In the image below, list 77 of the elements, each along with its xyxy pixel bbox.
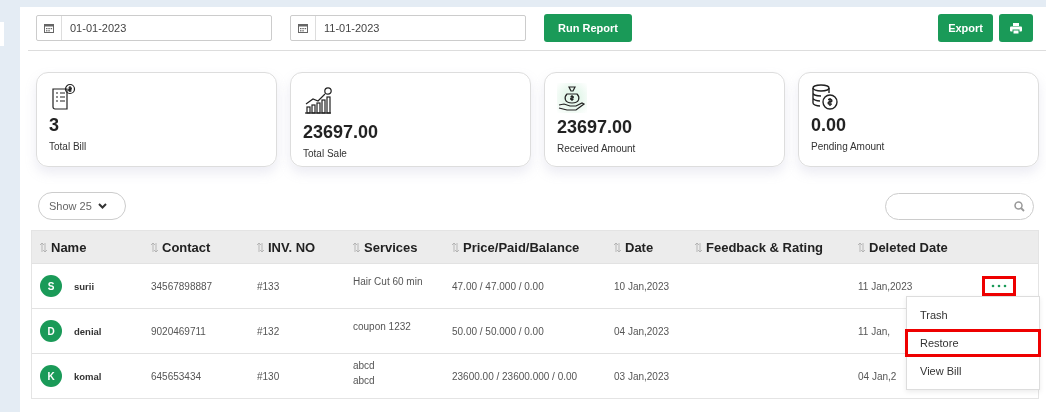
table-cell: 04 Jan,2023 <box>614 325 670 337</box>
table-cell: 9020469711 <box>151 325 206 337</box>
column-header[interactable]: Deleted Date <box>858 239 984 255</box>
stat-label: Pending Amount <box>811 141 886 152</box>
print-button[interactable] <box>999 14 1033 42</box>
menu-item[interactable]: View Bill <box>905 357 1041 385</box>
sort-icon <box>257 242 264 252</box>
menu-item[interactable]: Trash <box>905 301 1041 329</box>
table-cell: 11 Jan, <box>858 325 891 337</box>
column-title: Feedback & Rating <box>706 239 824 255</box>
table-cell: 11 Jan,2023 <box>858 280 913 292</box>
sort-icon <box>614 242 621 252</box>
receipt-icon <box>49 83 77 111</box>
column-header[interactable]: Name <box>40 239 151 255</box>
start-date-field[interactable]: 01-01-2023 <box>36 15 272 41</box>
avatar: K <box>40 365 62 387</box>
table-cell: 34567898887 <box>151 280 213 292</box>
customer-name: komal <box>74 370 102 382</box>
page-size-select[interactable]: Show 25 <box>38 192 126 220</box>
avatar: S <box>40 275 62 297</box>
service-name: abcd <box>353 374 376 388</box>
column-header[interactable]: Contact <box>151 239 257 255</box>
calendar-icon <box>298 23 308 33</box>
table-cell: 10 Jan,2023 <box>614 280 670 292</box>
column-title: Date <box>625 239 654 255</box>
column-title: Name <box>51 239 87 255</box>
growth-chart-icon <box>303 87 333 115</box>
table-cell: 03 Jan,2023 <box>614 370 670 382</box>
export-button[interactable]: Export <box>938 14 993 42</box>
stat-value: 23697.00 <box>303 122 380 143</box>
printer-icon <box>1010 22 1022 34</box>
stat-label: Total Sale <box>303 148 348 159</box>
table-cell: #132 <box>257 325 280 337</box>
sort-icon <box>40 242 47 252</box>
table-cell: #133 <box>257 280 280 292</box>
column-header[interactable]: Date <box>614 239 695 255</box>
column-title: Deleted Date <box>869 239 948 255</box>
stat-value: 23697.00 <box>557 117 634 138</box>
column-title: Services <box>364 239 418 255</box>
ellipsis-icon <box>990 284 1008 288</box>
money-bag-hand-icon <box>557 83 587 113</box>
stat-value: 3 <box>49 115 60 136</box>
column-header[interactable]: Feedback & Rating <box>695 239 858 255</box>
avatar: D <box>40 320 62 342</box>
end-date-field[interactable]: 11-01-2023 <box>290 15 526 41</box>
table-cell: #130 <box>257 370 280 382</box>
service-name: abcd <box>353 359 376 373</box>
table-cell: 47.00 / 47.000 / 0.00 <box>452 280 544 292</box>
stat-value: 0.00 <box>811 115 848 136</box>
table-cell: 50.00 / 50.000 / 0.00 <box>452 325 544 337</box>
more-button[interactable] <box>982 276 1016 296</box>
search-icon <box>1014 200 1025 212</box>
sort-icon <box>353 242 360 252</box>
stat-label: Total Bill <box>49 141 88 152</box>
stat-label: Received Amount <box>557 143 637 154</box>
column-header[interactable]: INV. NO <box>257 239 353 255</box>
table-cell: 23600.00 / 23600.000 / 0.00 <box>452 370 578 382</box>
sort-icon <box>695 242 702 252</box>
column-title: INV. NO <box>268 239 316 255</box>
column-header[interactable]: Services <box>353 239 452 255</box>
customer-name: denial <box>74 325 102 337</box>
menu-item[interactable]: Restore <box>905 329 1041 357</box>
sort-icon <box>452 242 459 252</box>
service-name: Hair Cut 60 min <box>353 275 424 289</box>
service-name: coupon 1232 <box>353 320 412 334</box>
run-report-button[interactable]: Run Report <box>544 14 632 42</box>
sort-icon <box>151 242 158 252</box>
table-cell: 645653434 <box>151 370 202 382</box>
coins-icon <box>811 83 839 111</box>
customer-name: surii <box>74 280 95 292</box>
sort-icon <box>858 242 865 252</box>
column-title: Contact <box>162 239 211 255</box>
table-cell: 04 Jan,2 <box>858 370 897 382</box>
column-title: Price/Paid/Balance <box>463 239 580 255</box>
chevron-down-icon <box>97 203 107 209</box>
column-header[interactable]: Price/Paid/Balance <box>452 239 614 255</box>
calendar-icon <box>44 23 54 33</box>
